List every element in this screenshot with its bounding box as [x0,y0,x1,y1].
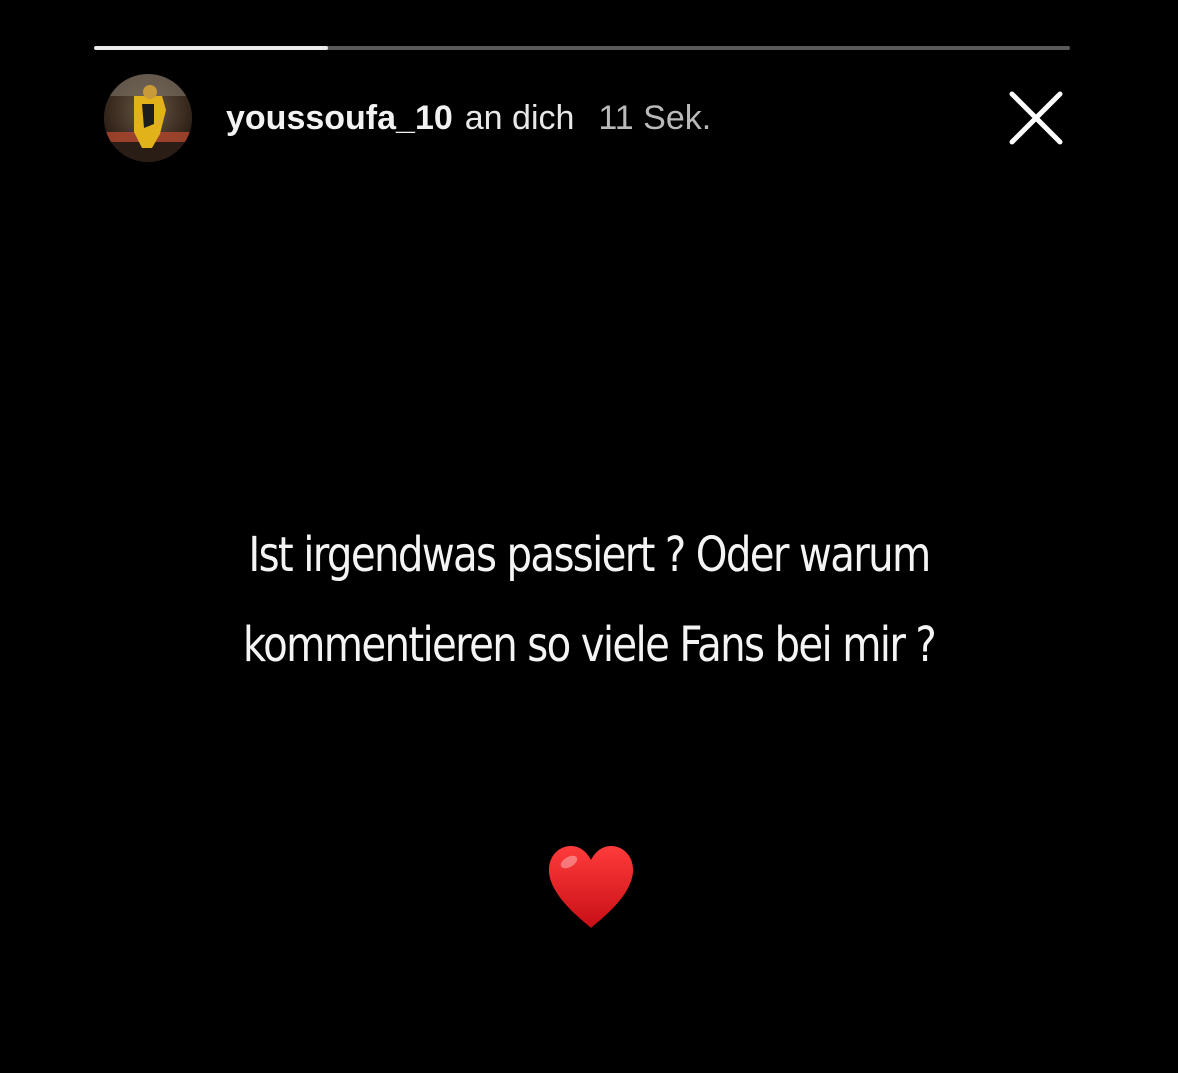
story-progress-fill [94,46,329,50]
avatar[interactable] [104,74,192,162]
close-icon [1009,91,1063,145]
message-line-1: Ist irgendwas passiert ? Oder warum [248,527,931,583]
story-viewer: youssoufa_10 an dich 11 Sek. Ist irgendw… [0,0,1178,1073]
heart-icon [545,842,637,934]
story-header: youssoufa_10 an dich 11 Sek. [104,72,711,164]
close-button[interactable] [1004,86,1068,150]
message-line-2: kommentieren so viele Fans bei mir ? [242,617,937,673]
story-timestamp: 11 Sek. [598,99,712,137]
story-progress-bar [94,46,1070,50]
username[interactable]: youssoufa_10 [226,101,453,135]
recipient-label: an dich [464,99,575,137]
story-message: Ist irgendwas passiert ? Oder warum komm… [145,510,1034,690]
